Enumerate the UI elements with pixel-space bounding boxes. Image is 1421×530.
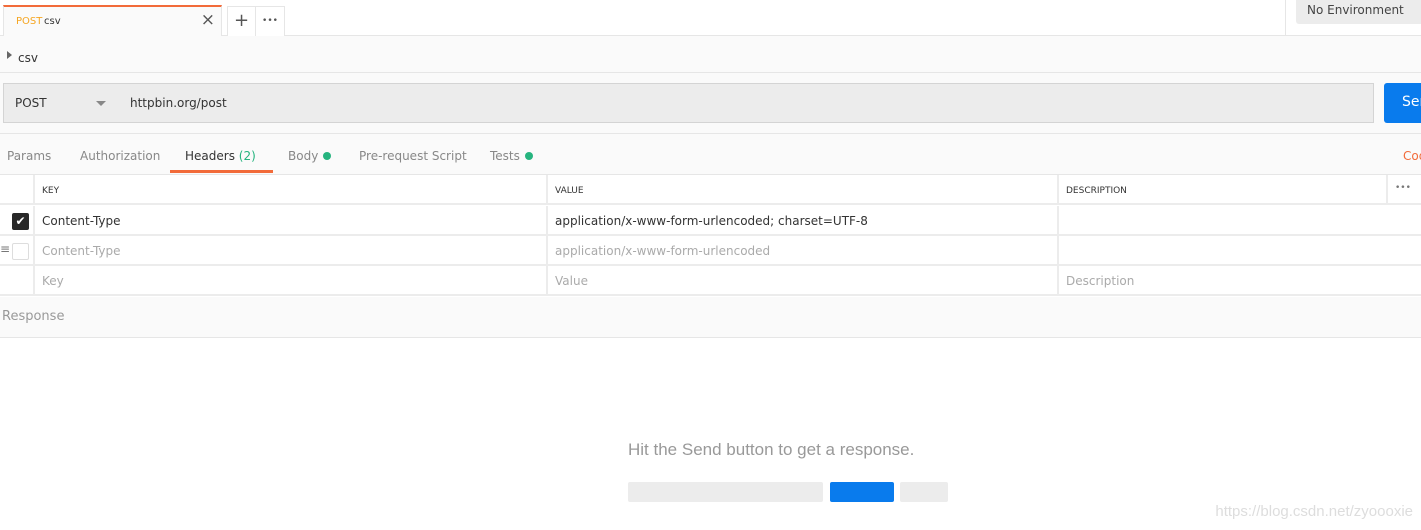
environment-select[interactable]: No Environment — [1296, 0, 1421, 24]
key-input[interactable]: Key — [33, 266, 546, 294]
caret-right-icon[interactable] — [7, 51, 12, 59]
table-row-new: Key Value Description — [0, 266, 1421, 296]
column-value: VALUE — [546, 175, 1057, 203]
description-input[interactable] — [1057, 206, 1421, 234]
headers-table: KEY VALUE DESCRIPTION ••• ✔ Content-Type… — [0, 175, 1421, 297]
status-dot-icon — [323, 152, 332, 160]
description-input[interactable] — [1057, 236, 1421, 264]
request-tab[interactable]: POST csv × — [3, 5, 222, 37]
tab-name: csv — [44, 16, 61, 27]
column-key: KEY — [33, 175, 546, 203]
tab-method: POST — [16, 16, 43, 27]
headers-count: (2) — [238, 149, 256, 163]
method-select[interactable]: POST — [3, 83, 119, 123]
checkbox-unchecked[interactable] — [12, 243, 29, 260]
placeholder-bar — [900, 482, 948, 502]
placeholder-bar — [830, 482, 894, 502]
tab-tests[interactable]: Tests — [490, 149, 533, 163]
tab-prerequest-script[interactable]: Pre-request Script — [359, 149, 467, 163]
request-tabs: Params Authorization Headers (2) Body Pr… — [0, 134, 1421, 175]
request-name[interactable]: csv — [18, 51, 38, 65]
response-header: Response — [0, 297, 1421, 338]
value-input[interactable]: application/x-www-form-urlencoded — [546, 236, 1057, 264]
empty-response-message: Hit the Send button to get a response. — [628, 440, 915, 459]
more-tabs-button[interactable]: ••• — [256, 6, 285, 36]
url-bar: POST httpbin.org/post Send — [0, 73, 1421, 134]
watermark: https://blog.csdn.net/zyoooxie — [1215, 503, 1413, 520]
url-input[interactable]: httpbin.org/post — [118, 83, 1374, 123]
tab-authorization[interactable]: Authorization — [80, 149, 160, 163]
checkbox-checked[interactable]: ✔ — [12, 213, 29, 230]
divider — [1285, 0, 1286, 35]
active-tab-indicator — [170, 170, 273, 173]
value-input[interactable]: Value — [546, 266, 1057, 294]
tab-headers[interactable]: Headers (2) — [185, 149, 256, 163]
key-input[interactable]: Content-Type — [33, 236, 546, 264]
new-tab-button[interactable]: + — [227, 6, 256, 36]
tab-headers-label: Headers — [185, 149, 235, 163]
tab-body-label: Body — [288, 149, 319, 163]
value-input[interactable]: application/x-www-form-urlencoded; chars… — [546, 206, 1057, 234]
chevron-down-icon — [96, 101, 106, 106]
table-row: ✔ Content-Type application/x-www-form-ur… — [0, 206, 1421, 236]
breadcrumb: csv — [0, 36, 1421, 73]
more-icon[interactable]: ••• — [1386, 175, 1421, 203]
status-dot-icon — [524, 152, 533, 160]
tab-tests-label: Tests — [490, 149, 520, 163]
drag-handle-icon[interactable]: ≡ — [0, 242, 10, 256]
method-value: POST — [15, 96, 47, 110]
tab-params[interactable]: Params — [7, 149, 51, 163]
tab-bar: POST csv × + ••• No Environment — [0, 0, 1421, 37]
description-input[interactable]: Description — [1057, 266, 1421, 294]
key-input[interactable]: Content-Type — [33, 206, 546, 234]
placeholder-bar — [628, 482, 823, 502]
send-button[interactable]: Send — [1384, 83, 1421, 123]
tab-body[interactable]: Body — [288, 149, 332, 163]
table-header: KEY VALUE DESCRIPTION ••• — [0, 175, 1421, 205]
close-icon[interactable]: × — [201, 10, 215, 30]
column-description: DESCRIPTION — [1057, 175, 1387, 203]
table-row: ≡ Content-Type application/x-www-form-ur… — [0, 236, 1421, 266]
code-link[interactable]: Code — [1403, 149, 1421, 163]
